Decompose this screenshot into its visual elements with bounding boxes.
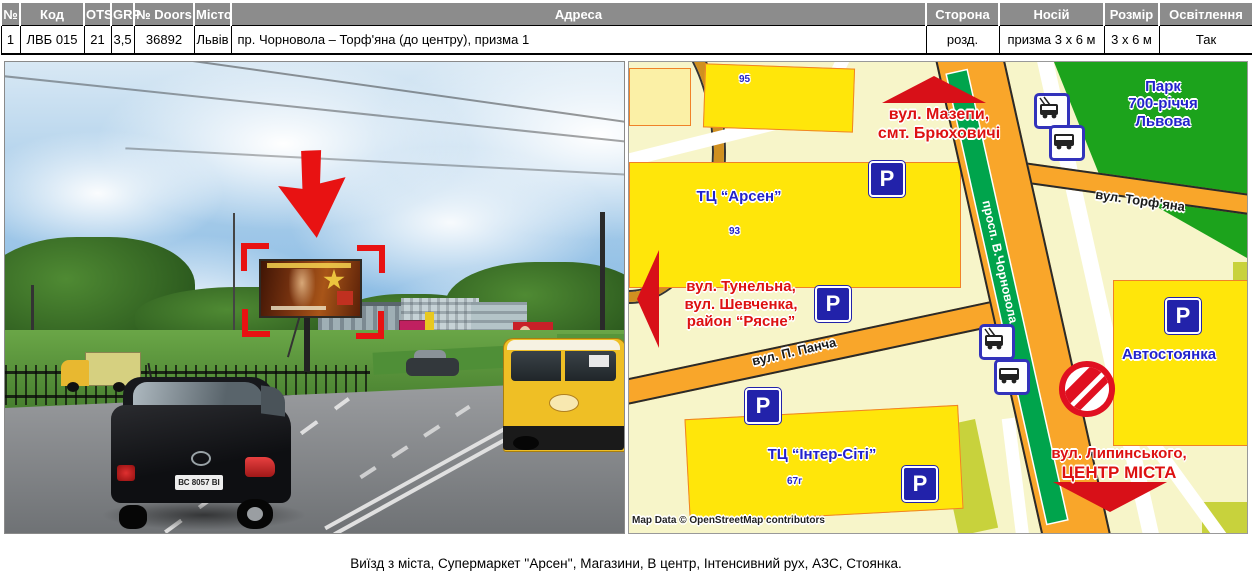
cell-lighting: Так bbox=[1159, 26, 1252, 55]
bus-route-board bbox=[589, 355, 609, 367]
table-row: 1 ЛВБ 015 21 3,5 36892 Львів пр. Чорново… bbox=[1, 26, 1252, 55]
house-number-67g: 67г bbox=[787, 476, 802, 488]
location-map: просп. В.Чорновола вул. Торф'яна вул. П.… bbox=[628, 61, 1248, 534]
label-park: Парк 700-річчя Львова bbox=[1077, 78, 1248, 130]
col-grp: GRP bbox=[111, 2, 134, 26]
direction-label-west: вул. Тунельна, вул. Шевченка, район “Ряс… bbox=[651, 278, 831, 331]
house-number-93: 93 bbox=[729, 226, 740, 238]
col-city: Місто bbox=[194, 2, 231, 26]
label-arsen-mall: ТЦ “Арсен” bbox=[659, 188, 819, 205]
bus-window-divider bbox=[561, 351, 565, 381]
cell-ots: 21 bbox=[84, 26, 111, 55]
cell-city: Львів bbox=[194, 26, 231, 55]
direction-line: ЦЕНТР МІСТА bbox=[1014, 463, 1224, 483]
bus bbox=[503, 338, 624, 450]
billboard-art-star bbox=[323, 269, 345, 291]
col-ots: OTS bbox=[84, 2, 111, 26]
label-parking-lot: Автостоянка bbox=[1089, 346, 1248, 363]
direction-label-north: вул. Мазепи, смт. Брюховичі bbox=[809, 106, 1069, 144]
billboard-board bbox=[259, 259, 362, 318]
building-intercity bbox=[684, 405, 963, 523]
cell-side: розд. bbox=[926, 26, 999, 55]
location-description: Виїзд з міста, Супермаркет ''Арсен'', Ма… bbox=[0, 556, 1252, 571]
direction-line: район “Рясне” bbox=[651, 313, 831, 331]
location-photo: ВС 8057 ВІ bbox=[4, 61, 625, 534]
building-arsen bbox=[629, 162, 961, 288]
billboard-table: № Код OTS GRP № Doors Місто Адреса Сторо… bbox=[0, 1, 1252, 55]
billboard-art-textline bbox=[267, 263, 351, 268]
direction-line: вул. Тунельна, bbox=[651, 278, 831, 296]
parking-icon: P bbox=[745, 388, 781, 424]
direction-arrow-north bbox=[882, 76, 986, 103]
house-number-95: 95 bbox=[739, 74, 750, 86]
car-wheel-left bbox=[119, 505, 147, 529]
crop-mark-top-right bbox=[357, 245, 385, 273]
col-side: Сторона bbox=[926, 2, 999, 26]
cell-number: 1 bbox=[1, 26, 20, 55]
car-license-plate: ВС 8057 ВІ bbox=[175, 475, 223, 490]
cell-code: ЛВБ 015 bbox=[20, 26, 84, 55]
direction-line: смт. Брюховичі bbox=[809, 125, 1069, 144]
media-row: ВС 8057 ВІ bbox=[4, 61, 1248, 534]
map-attribution: Map Data © OpenStreetMap contributors bbox=[632, 515, 825, 526]
direction-line: вул. Шевченка, bbox=[651, 296, 831, 314]
truck-wheel bbox=[67, 382, 79, 392]
billboard-art-textline bbox=[271, 306, 326, 310]
bus-roof-strip bbox=[507, 340, 620, 350]
label-park-line: 700-річчя bbox=[1077, 95, 1248, 112]
col-doors: № Doors bbox=[134, 2, 194, 26]
bus-emblem bbox=[549, 394, 579, 412]
car-logo bbox=[191, 451, 211, 466]
col-lighting: Освітлення bbox=[1159, 2, 1252, 26]
crop-mark-bottom-right bbox=[356, 311, 384, 339]
car-wheel-rim bbox=[247, 507, 263, 521]
parking-icon: P bbox=[1165, 298, 1201, 334]
cell-grp: 3,5 bbox=[111, 26, 134, 55]
billboard-listing-page: № Код OTS GRP № Doors Місто Адреса Сторо… bbox=[0, 0, 1252, 588]
col-carrier: Носій bbox=[999, 2, 1104, 26]
building-block bbox=[629, 68, 691, 126]
label-intercity-mall: ТЦ “Інтер-Сіті” bbox=[717, 446, 927, 463]
cell-size: 3 х 6 м bbox=[1104, 26, 1159, 55]
col-address: Адреса bbox=[231, 2, 926, 26]
direction-line: вул. Мазепи, bbox=[809, 106, 1069, 125]
parking-icon: P bbox=[902, 466, 938, 502]
billboard-art-figure bbox=[289, 269, 315, 309]
direction-line: вул. Липинського, bbox=[1014, 445, 1224, 463]
direction-label-south: вул. Липинського, ЦЕНТР МІСТА bbox=[1014, 445, 1224, 483]
table-header-row: № Код OTS GRP № Doors Місто Адреса Сторо… bbox=[1, 2, 1252, 26]
parking-icon: P bbox=[869, 161, 905, 197]
car: ВС 8057 ВІ bbox=[111, 377, 291, 530]
label-park-line: Львова bbox=[1077, 113, 1248, 130]
col-number: № bbox=[1, 2, 20, 26]
car-taillight-right bbox=[245, 457, 275, 477]
distant-car bbox=[406, 350, 459, 378]
car-taillight-left bbox=[117, 465, 135, 481]
cell-doors: 36892 bbox=[134, 26, 194, 55]
billboard-pole bbox=[304, 312, 310, 372]
cell-address: пр. Чорновола – Торф'яна (до центру), пр… bbox=[231, 26, 926, 55]
lamp-pole-mid bbox=[233, 213, 235, 335]
billboard-art-red bbox=[337, 291, 353, 305]
crop-mark-bottom-left bbox=[242, 309, 270, 337]
col-code: Код bbox=[20, 2, 84, 26]
car-side-glass bbox=[261, 385, 285, 416]
cell-carrier: призма 3 х 6 м bbox=[999, 26, 1104, 55]
distant-car-body bbox=[406, 358, 459, 376]
crop-mark-top-left bbox=[241, 243, 269, 271]
bus-wheel bbox=[513, 436, 539, 450]
trolleybus-stop-icon bbox=[979, 324, 1015, 360]
label-park-line: Парк bbox=[1077, 78, 1248, 95]
col-size: Розмір bbox=[1104, 2, 1159, 26]
direction-arrow-south bbox=[1053, 482, 1167, 512]
bus-stop-icon bbox=[994, 359, 1030, 395]
red-arrow-marker bbox=[271, 147, 355, 243]
